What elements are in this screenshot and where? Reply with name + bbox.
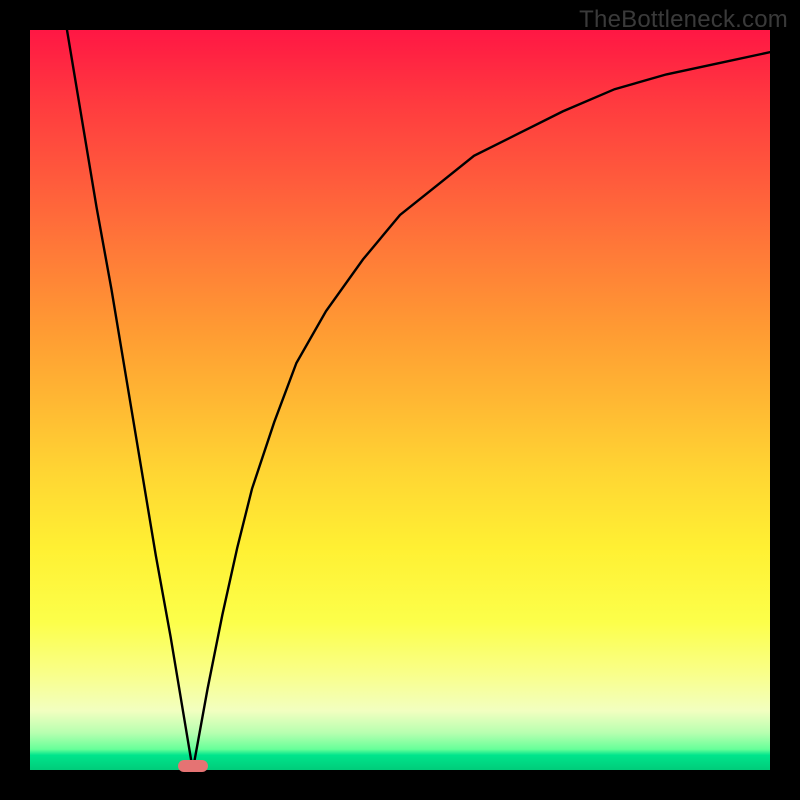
curve-svg: [30, 30, 770, 770]
chart-frame: TheBottleneck.com: [0, 0, 800, 800]
minimum-marker: [178, 760, 208, 772]
plot-area: [30, 30, 770, 770]
curve-left-branch: [67, 30, 193, 770]
curve-right-branch: [193, 52, 770, 770]
watermark-text: TheBottleneck.com: [579, 6, 788, 34]
